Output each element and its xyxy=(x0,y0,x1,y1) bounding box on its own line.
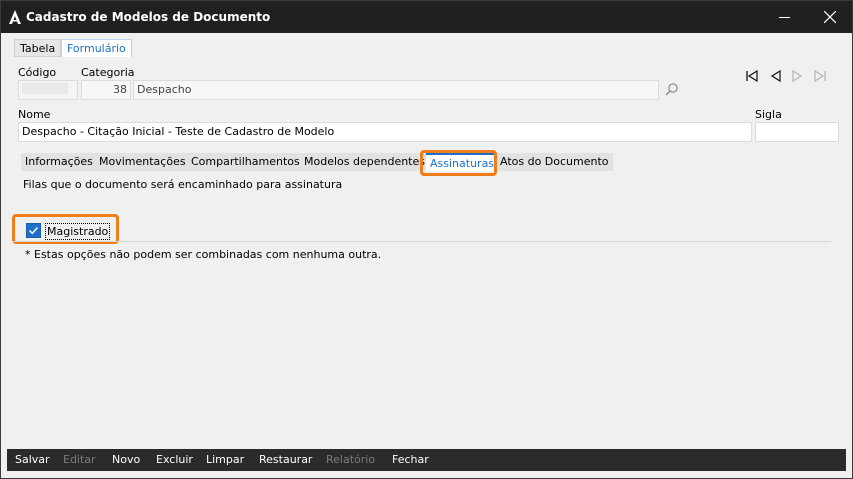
app-logo-icon xyxy=(9,10,21,24)
tab-tabela[interactable]: Tabela xyxy=(14,39,62,57)
tab-formulario[interactable]: Formulário xyxy=(61,39,132,57)
salvar-button[interactable]: Salvar xyxy=(15,453,50,466)
limpar-button[interactable]: Limpar xyxy=(206,453,244,466)
minimize-icon xyxy=(778,16,790,18)
codigo-redacted xyxy=(22,83,68,94)
title-bar: Cadastro de Modelos de Documento xyxy=(1,1,852,33)
first-record-icon[interactable] xyxy=(744,69,760,83)
magistrado-checkbox[interactable] xyxy=(26,223,41,238)
codigo-label: Código xyxy=(18,66,57,79)
sigla-label: Sigla xyxy=(755,108,782,121)
divider xyxy=(12,241,831,242)
magistrado-label[interactable]: Magistrado xyxy=(45,223,111,240)
fechar-button[interactable]: Fechar xyxy=(392,453,429,466)
tab-informacoes[interactable]: Informações xyxy=(21,153,97,171)
assinaturas-tab-highlight xyxy=(420,150,497,176)
tab-atos-do-documento[interactable]: Atos do Documento xyxy=(496,153,613,171)
codigo-field[interactable] xyxy=(18,80,78,100)
close-icon xyxy=(824,11,836,23)
previous-record-icon[interactable] xyxy=(768,69,784,83)
nome-label: Nome xyxy=(18,108,51,121)
nome-field[interactable]: Despacho - Citação Inicial - Teste de Ca… xyxy=(18,122,752,142)
novo-button[interactable]: Novo xyxy=(112,453,140,466)
main-window: Cadastro de Modelos de Documento Tabela … xyxy=(0,0,853,479)
window-title: Cadastro de Modelos de Documento xyxy=(26,10,271,24)
sigla-field[interactable] xyxy=(755,122,839,142)
tab-modelos-dependentes[interactable]: Modelos dependentes xyxy=(300,153,429,171)
assinaturas-note: * Estas opções não podem ser combinadas … xyxy=(25,248,382,261)
assinaturas-description: Filas que o documento será encaminhado p… xyxy=(23,178,343,191)
categoria-label: Categoria xyxy=(81,66,135,79)
tab-movimentacoes[interactable]: Movimentações xyxy=(95,153,190,171)
close-button[interactable] xyxy=(807,1,853,33)
editar-button[interactable]: Editar xyxy=(63,453,96,466)
minimize-button[interactable] xyxy=(761,1,807,33)
action-bar: Salvar Editar Novo Excluir Limpar Restau… xyxy=(7,449,846,471)
search-icon[interactable] xyxy=(665,82,679,96)
categoria-name-field[interactable]: Despacho xyxy=(133,80,659,100)
categoria-code-field[interactable]: 38 xyxy=(81,80,131,100)
restaurar-button[interactable]: Restaurar xyxy=(259,453,312,466)
excluir-button[interactable]: Excluir xyxy=(156,453,193,466)
next-record-icon[interactable] xyxy=(789,69,805,83)
last-record-icon[interactable] xyxy=(812,69,828,83)
tab-compartilhamentos[interactable]: Compartilhamentos xyxy=(187,153,304,171)
relatorio-button[interactable]: Relatório xyxy=(326,453,375,466)
checkmark-icon xyxy=(28,226,39,235)
